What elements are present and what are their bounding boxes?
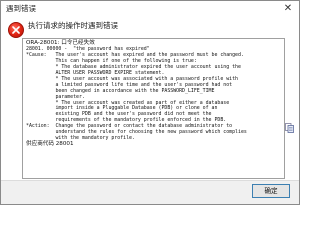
vendor-code-line: 供应商代码 28001 xyxy=(26,141,74,148)
error-headline: 执行请求的操作时遇到错误 xyxy=(28,21,118,30)
window-title: 遇到错误 xyxy=(6,4,36,13)
copy-icon[interactable] xyxy=(285,118,294,133)
ok-button[interactable]: 确定 xyxy=(252,184,290,198)
error-details-box[interactable]: ORA-28001: 口令已经失效 28001. 00000 - "the pa… xyxy=(22,38,285,179)
title-bar: 遇到错误 ✕ xyxy=(1,1,299,17)
close-button[interactable]: ✕ xyxy=(281,2,295,15)
error-icon xyxy=(8,22,24,38)
